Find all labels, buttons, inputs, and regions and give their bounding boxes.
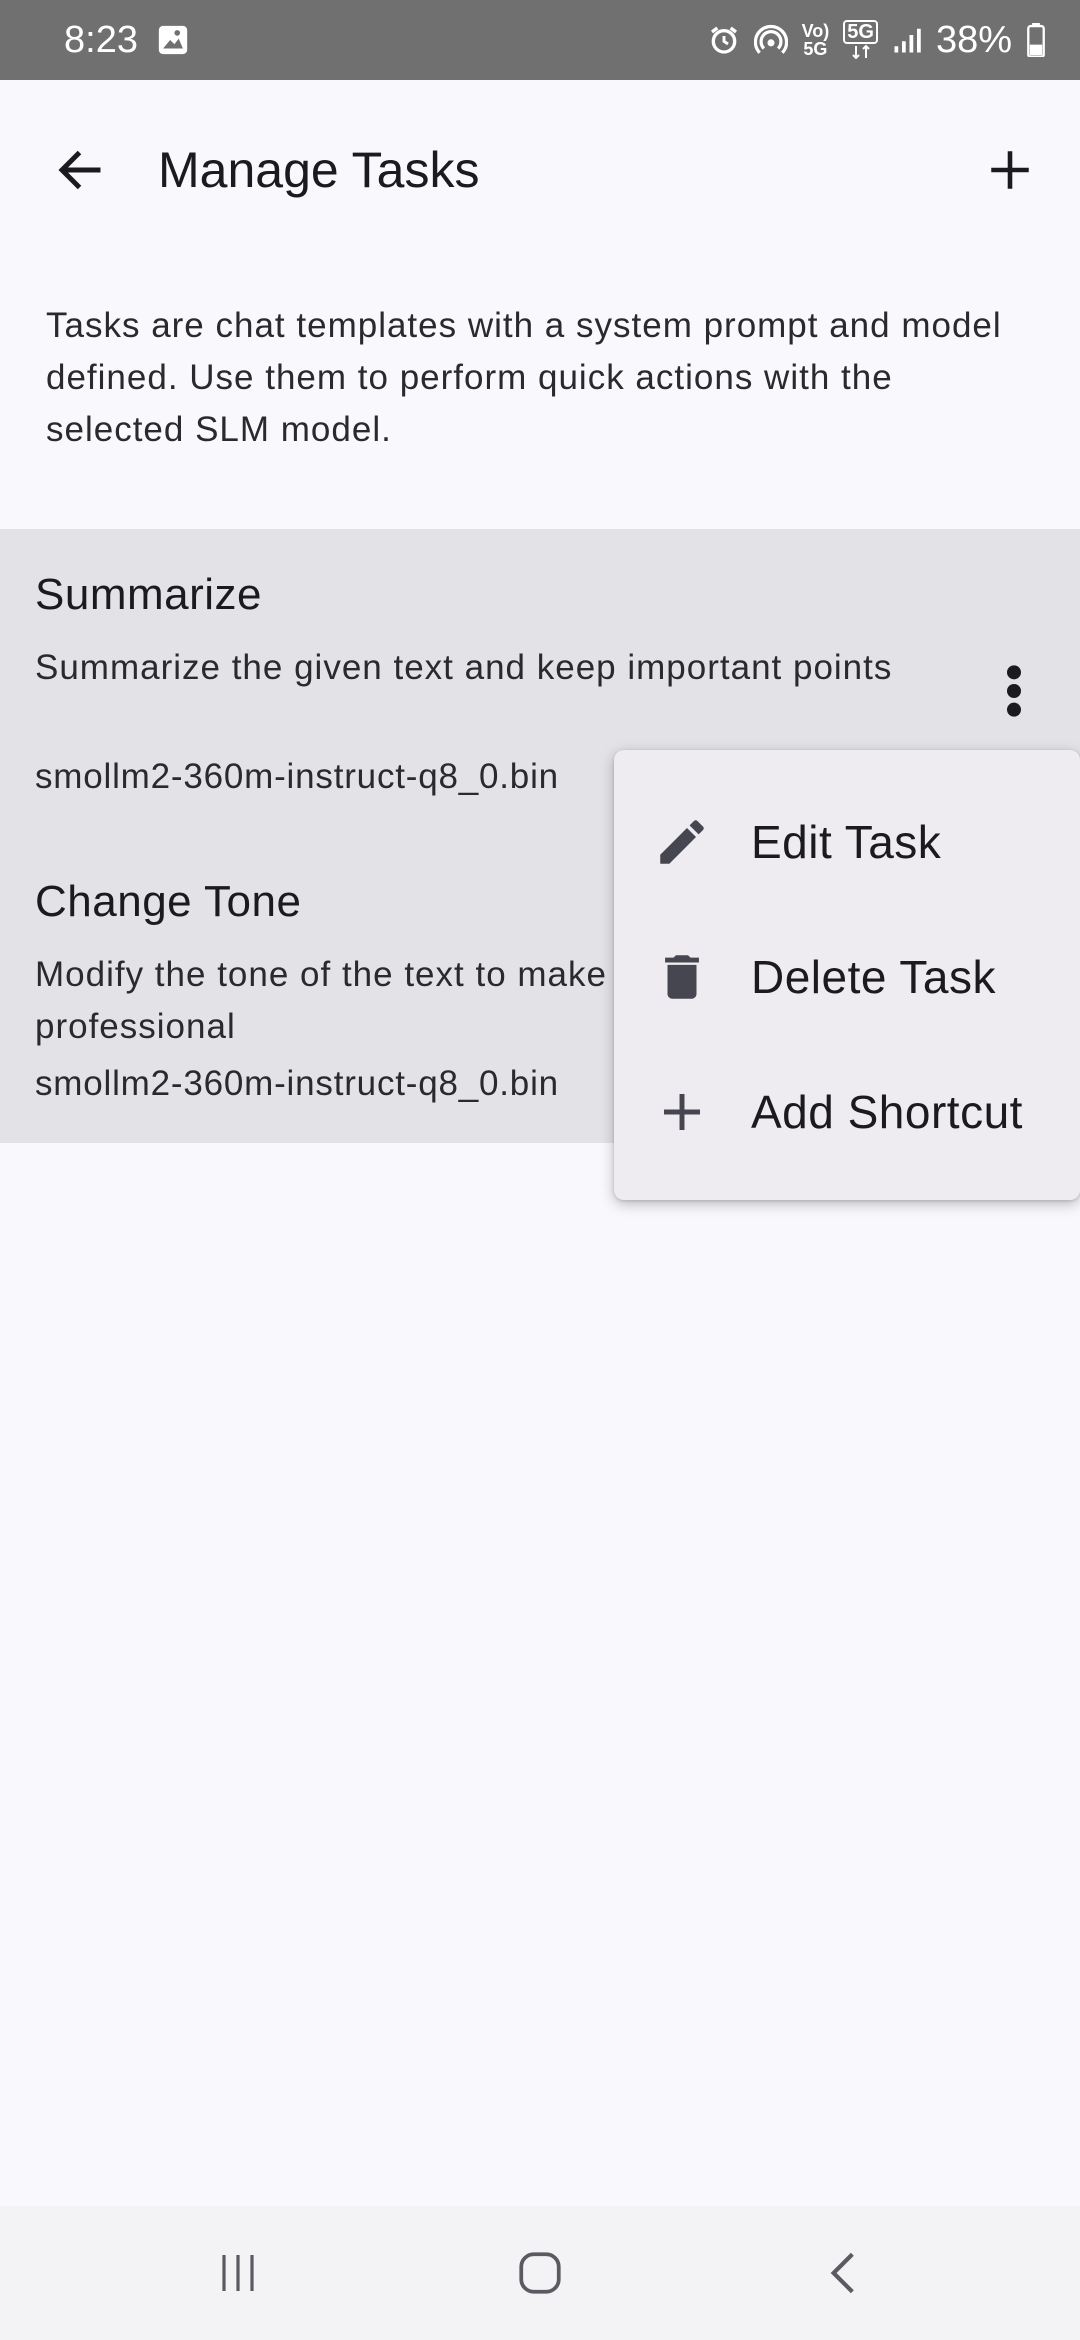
task-description: Summarize the given text and keep import… — [35, 648, 893, 687]
system-nav-bar — [0, 2206, 1080, 2340]
gallery-icon — [156, 23, 190, 57]
page-description: Tasks are chat templates with a system p… — [46, 306, 1002, 449]
menu-item-label: Delete Task — [751, 950, 997, 1003]
arrow-back-icon — [58, 150, 101, 190]
add-task-button[interactable] — [970, 130, 1050, 210]
home-icon — [519, 2252, 561, 2294]
status-bar: 8:23 Vo) 5G 5G 38% — [0, 0, 1080, 80]
task-context-menu: Edit Task Delete Task Add Shortcut — [614, 750, 1080, 1200]
task-name: Summarize — [35, 570, 262, 619]
more-vert-icon — [1007, 665, 1021, 717]
system-back-button[interactable] — [784, 2228, 904, 2318]
network-label: 5G — [843, 20, 878, 44]
home-button[interactable] — [480, 2228, 600, 2318]
task-model: smollm2-360m-instruct-q8_0.bin — [35, 757, 559, 796]
battery-percent: 38% — [935, 18, 1012, 61]
recent-apps-button[interactable] — [178, 2228, 298, 2318]
volte-icon: Vo) 5G — [801, 21, 830, 59]
menu-item-label: Edit Task — [751, 815, 942, 868]
hotspot-icon — [753, 23, 788, 57]
menu-item-delete-task[interactable]: Delete Task — [614, 909, 1080, 1044]
alarm-icon — [708, 24, 740, 56]
pencil-icon — [650, 810, 714, 874]
recent-apps-icon — [222, 2255, 254, 2291]
status-right: Vo) 5G 5G 38% — [708, 0, 1046, 80]
5g-data-icon: 5G — [843, 20, 878, 60]
app-bar: Manage Tasks — [0, 80, 1080, 260]
menu-item-edit-task[interactable]: Edit Task — [614, 774, 1080, 909]
plus-icon — [650, 1080, 714, 1144]
page-title: Manage Tasks — [158, 142, 480, 198]
plus-icon — [991, 151, 1029, 189]
menu-item-add-shortcut[interactable]: Add Shortcut — [614, 1044, 1080, 1179]
task-name: Change Tone — [35, 877, 302, 926]
task-options-button[interactable] — [982, 651, 1046, 731]
task-model: smollm2-360m-instruct-q8_0.bin — [35, 1064, 559, 1103]
battery-icon — [1026, 23, 1046, 57]
signal-icon — [892, 25, 922, 55]
status-left: 8:23 — [64, 0, 190, 80]
status-time: 8:23 — [64, 18, 138, 61]
back-icon — [830, 2252, 854, 2294]
trash-icon — [650, 945, 714, 1009]
back-button[interactable] — [40, 130, 120, 210]
menu-item-label: Add Shortcut — [751, 1085, 1023, 1138]
